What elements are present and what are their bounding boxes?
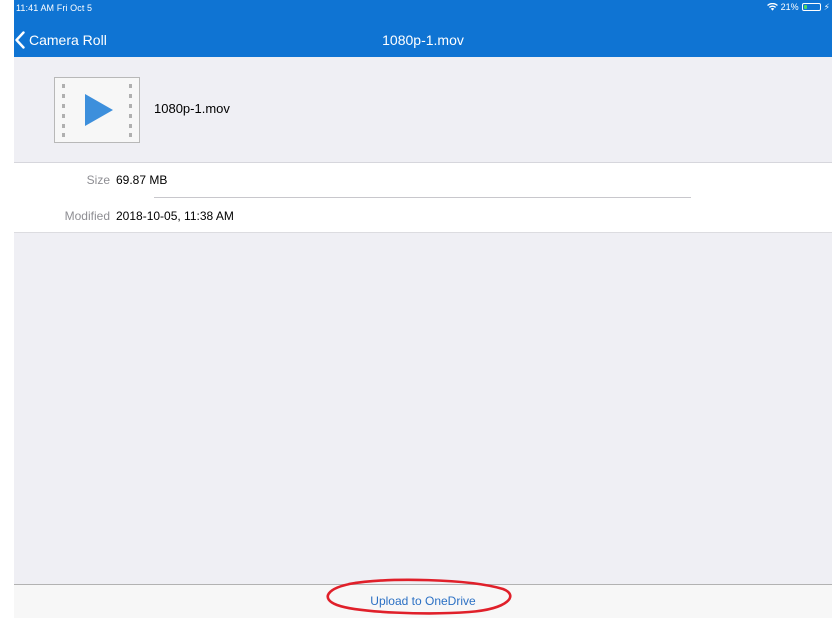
battery-level-fill [803,5,807,9]
detail-value: 2018-10-05, 11:38 AM [116,209,234,223]
detail-row-size: Size 69.87 MB [14,163,832,197]
detail-label: Size [86,173,110,187]
charging-bolt-icon: ⚡ [823,1,830,12]
navigation-bar: 11:41 AM Fri Oct 5 21% ⚡ Camera Roll 108… [14,0,832,57]
status-indicators: 21% ⚡ [766,1,830,12]
upload-to-onedrive-button[interactable]: Upload to OneDrive [14,594,832,608]
detail-label: Modified [64,209,110,223]
file-details: Size 69.87 MB Modified 2018-10-05, 11:38… [14,163,832,233]
video-file-icon [54,77,140,143]
detail-value: 69.87 MB [116,173,168,187]
wifi-icon [766,3,778,11]
detail-row-modified: Modified 2018-10-05, 11:38 AM [14,199,832,233]
file-header: 1080p-1.mov [14,57,832,163]
file-name: 1080p-1.mov [154,101,230,116]
page-title: 1080p-1.mov [382,32,464,48]
divider [154,197,691,198]
battery-icon [801,3,821,11]
status-time: 11:41 AM Fri Oct 5 [16,3,93,13]
bottom-toolbar: Upload to OneDrive [14,584,832,618]
app-window: 11:41 AM Fri Oct 5 21% ⚡ Camera Roll 108… [14,0,832,618]
page-margin [0,0,14,618]
battery-percent: 21% [780,2,799,12]
